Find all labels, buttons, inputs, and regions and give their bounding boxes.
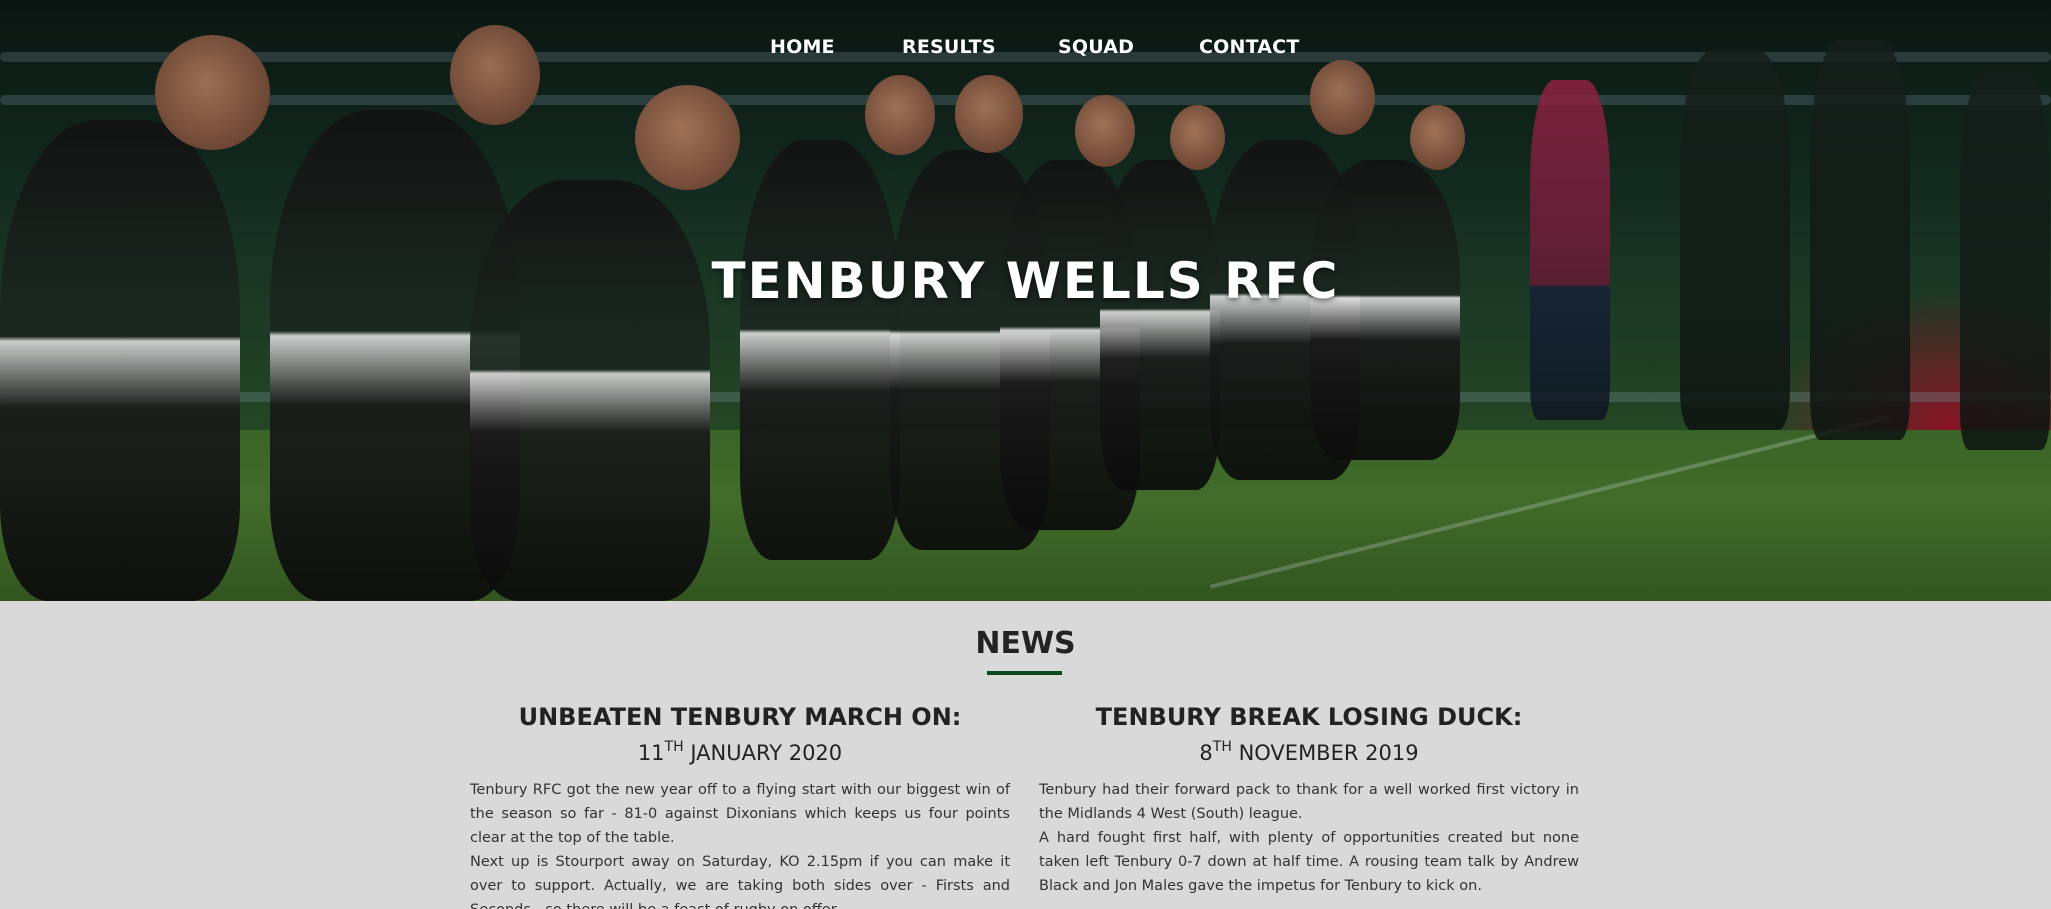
article-date: 8TH NOVEMBER 2019 [1039,738,1579,768]
article-paragraph: Tenbury RFC got the new year off to a fl… [470,782,1010,846]
nav-squad-link[interactable]: SQUAD [1058,36,1134,58]
news-article: TENBURY BREAK LOSING DUCK: 8TH NOVEMBER … [1039,702,1579,898]
news-heading-underline [987,671,1062,675]
article-paragraph: Next up is Stourport away on Saturday, K… [470,854,1010,909]
article-date-suffix: TH [664,739,684,755]
nav-contact-link[interactable]: CONTACT [1199,36,1300,58]
article-body: Tenbury RFC got the new year off to a fl… [470,778,1010,909]
article-paragraph: A hard fought first half, with plenty of… [1039,830,1579,894]
news-heading: NEWS [975,626,1076,661]
article-date-day: 8 [1199,741,1213,765]
article-date: 11TH JANUARY 2020 [470,738,1010,768]
article-body: Tenbury had their forward pack to thank … [1039,778,1579,898]
main-nav: HOME RESULTS SQUAD CONTACT [0,36,2051,62]
article-date-suffix: TH [1212,739,1232,755]
site-title: TENBURY WELLS RFC [711,252,1340,310]
hero-banner: HOME RESULTS SQUAD CONTACT TENBURY WELLS… [0,0,2051,601]
article-title: TENBURY BREAK LOSING DUCK: [1095,703,1523,731]
article-title: UNBEATEN TENBURY MARCH ON: [518,703,962,731]
article-date-day: 11 [637,741,665,765]
article-date-rest: JANUARY 2020 [690,741,843,765]
article-paragraph: Tenbury had their forward pack to thank … [1039,782,1579,822]
article-date-rest: NOVEMBER 2019 [1238,741,1419,765]
news-article: UNBEATEN TENBURY MARCH ON: 11TH JANUARY … [470,702,1010,909]
nav-results-link[interactable]: RESULTS [902,36,996,58]
nav-home-link[interactable]: HOME [770,36,835,58]
